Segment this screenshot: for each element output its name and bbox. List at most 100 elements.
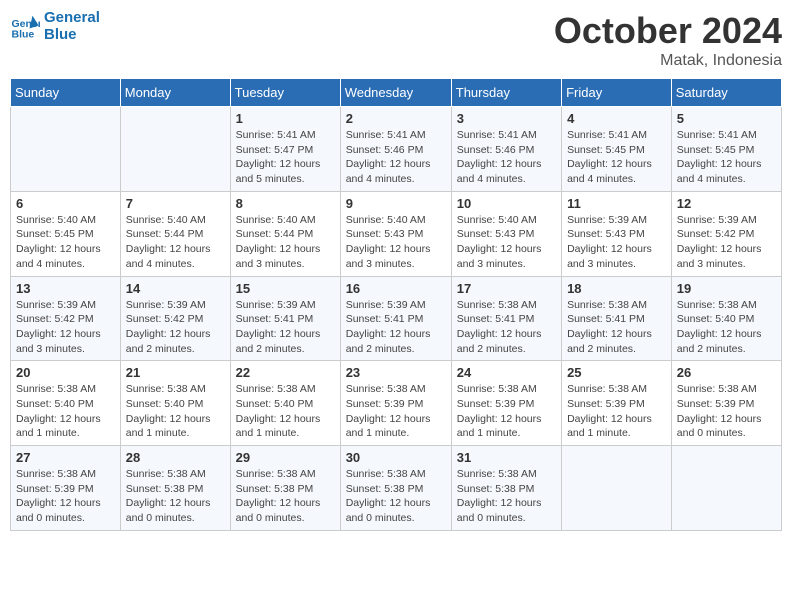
day-number: 26 bbox=[677, 365, 776, 380]
day-number: 7 bbox=[126, 196, 225, 211]
weekday-header: Saturday bbox=[671, 79, 781, 107]
calendar-cell: 21 Sunrise: 5:38 AMSunset: 5:40 PMDayligh… bbox=[120, 361, 230, 446]
day-number: 28 bbox=[126, 450, 225, 465]
calendar-cell: 23 Sunrise: 5:38 AMSunset: 5:39 PMDayligh… bbox=[340, 361, 451, 446]
day-number: 3 bbox=[457, 111, 556, 126]
calendar-cell: 5 Sunrise: 5:41 AMSunset: 5:45 PMDaylight… bbox=[671, 107, 781, 192]
day-number: 18 bbox=[567, 281, 666, 296]
calendar-cell: 3 Sunrise: 5:41 AMSunset: 5:46 PMDaylight… bbox=[451, 107, 561, 192]
day-detail: Sunrise: 5:38 AMSunset: 5:39 PMDaylight:… bbox=[457, 382, 556, 441]
calendar-cell: 12Sunrise: 5:39 AMSunset: 5:42 PMDayligh… bbox=[671, 191, 781, 276]
day-detail: Sunrise: 5:39 AMSunset: 5:43 PMDaylight:… bbox=[567, 213, 666, 272]
calendar-cell: 20 Sunrise: 5:38 AMSunset: 5:40 PMDayligh… bbox=[11, 361, 121, 446]
svg-text:Blue: Blue bbox=[12, 28, 35, 40]
day-number: 19 bbox=[677, 281, 776, 296]
day-detail: Sunrise: 5:38 AMSunset: 5:41 PMDaylight:… bbox=[457, 298, 556, 357]
day-detail: Sunrise: 5:38 AMSunset: 5:39 PMDaylight:… bbox=[677, 382, 776, 441]
day-number: 20 bbox=[16, 365, 115, 380]
day-detail: Sunrise: 5:38 AMSunset: 5:39 PMDaylight:… bbox=[346, 382, 446, 441]
day-number: 9 bbox=[346, 196, 446, 211]
weekday-header: Monday bbox=[120, 79, 230, 107]
calendar-cell bbox=[671, 446, 781, 531]
day-detail: Sunrise: 5:40 AMSunset: 5:43 PMDaylight:… bbox=[346, 213, 446, 272]
day-number: 6 bbox=[16, 196, 115, 211]
day-detail: Sunrise: 5:38 AMSunset: 5:40 PMDaylight:… bbox=[126, 382, 225, 441]
day-number: 31 bbox=[457, 450, 556, 465]
calendar-cell: 22 Sunrise: 5:38 AMSunset: 5:40 PMDayligh… bbox=[230, 361, 340, 446]
weekday-header: Wednesday bbox=[340, 79, 451, 107]
title-block: October 2024 Matak, Indonesia bbox=[554, 10, 782, 70]
location-subtitle: Matak, Indonesia bbox=[554, 52, 782, 70]
calendar-cell: 7 Sunrise: 5:40 AMSunset: 5:44 PMDaylight… bbox=[120, 191, 230, 276]
day-number: 21 bbox=[126, 365, 225, 380]
calendar-cell: 13Sunrise: 5:39 AMSunset: 5:42 PMDayligh… bbox=[11, 276, 121, 361]
day-number: 17 bbox=[457, 281, 556, 296]
month-title: October 2024 bbox=[554, 10, 782, 52]
day-detail: Sunrise: 5:40 AMSunset: 5:43 PMDaylight:… bbox=[457, 213, 556, 272]
weekday-header: Tuesday bbox=[230, 79, 340, 107]
day-number: 5 bbox=[677, 111, 776, 126]
day-number: 29 bbox=[236, 450, 335, 465]
day-number: 25 bbox=[567, 365, 666, 380]
calendar-cell: 8 Sunrise: 5:40 AMSunset: 5:44 PMDaylight… bbox=[230, 191, 340, 276]
calendar-cell: 19 Sunrise: 5:38 AMSunset: 5:40 PMDayligh… bbox=[671, 276, 781, 361]
day-detail: Sunrise: 5:39 AMSunset: 5:41 PMDaylight:… bbox=[236, 298, 335, 357]
day-detail: Sunrise: 5:38 AMSunset: 5:40 PMDaylight:… bbox=[16, 382, 115, 441]
calendar-cell: 31 Sunrise: 5:38 AMSunset: 5:38 PMDayligh… bbox=[451, 446, 561, 531]
day-detail: Sunrise: 5:38 AMSunset: 5:41 PMDaylight:… bbox=[567, 298, 666, 357]
day-number: 14 bbox=[126, 281, 225, 296]
day-detail: Sunrise: 5:40 AMSunset: 5:45 PMDaylight:… bbox=[16, 213, 115, 272]
day-detail: Sunrise: 5:38 AMSunset: 5:39 PMDaylight:… bbox=[567, 382, 666, 441]
day-detail: Sunrise: 5:40 AMSunset: 5:44 PMDaylight:… bbox=[236, 213, 335, 272]
logo: General Blue General Blue bbox=[10, 10, 100, 43]
calendar-cell: 30Sunrise: 5:38 AMSunset: 5:38 PMDayligh… bbox=[340, 446, 451, 531]
day-number: 10 bbox=[457, 196, 556, 211]
calendar-cell: 24Sunrise: 5:38 AMSunset: 5:39 PMDayligh… bbox=[451, 361, 561, 446]
day-number: 22 bbox=[236, 365, 335, 380]
day-detail: Sunrise: 5:38 AMSunset: 5:38 PMDaylight:… bbox=[457, 467, 556, 526]
calendar-cell: 1Sunrise: 5:41 AMSunset: 5:47 PMDaylight… bbox=[230, 107, 340, 192]
calendar-cell: 27Sunrise: 5:38 AMSunset: 5:39 PMDayligh… bbox=[11, 446, 121, 531]
weekday-header: Friday bbox=[562, 79, 672, 107]
day-detail: Sunrise: 5:41 AMSunset: 5:45 PMDaylight:… bbox=[677, 128, 776, 187]
day-number: 11 bbox=[567, 196, 666, 211]
logo-icon: General Blue bbox=[10, 12, 40, 42]
day-number: 1 bbox=[236, 111, 335, 126]
day-number: 2 bbox=[346, 111, 446, 126]
calendar-cell: 28 Sunrise: 5:38 AMSunset: 5:38 PMDayligh… bbox=[120, 446, 230, 531]
day-detail: Sunrise: 5:41 AMSunset: 5:46 PMDaylight:… bbox=[457, 128, 556, 187]
day-detail: Sunrise: 5:38 AMSunset: 5:38 PMDaylight:… bbox=[346, 467, 446, 526]
day-number: 23 bbox=[346, 365, 446, 380]
calendar-cell: 9 Sunrise: 5:40 AMSunset: 5:43 PMDaylight… bbox=[340, 191, 451, 276]
calendar-cell: 14 Sunrise: 5:39 AMSunset: 5:42 PMDayligh… bbox=[120, 276, 230, 361]
calendar-cell: 25 Sunrise: 5:38 AMSunset: 5:39 PMDayligh… bbox=[562, 361, 672, 446]
calendar-cell: 17 Sunrise: 5:38 AMSunset: 5:41 PMDayligh… bbox=[451, 276, 561, 361]
page-header: General Blue General Blue October 2024 M… bbox=[10, 10, 782, 70]
day-detail: Sunrise: 5:39 AMSunset: 5:41 PMDaylight:… bbox=[346, 298, 446, 357]
day-number: 4 bbox=[567, 111, 666, 126]
day-detail: Sunrise: 5:38 AMSunset: 5:38 PMDaylight:… bbox=[236, 467, 335, 526]
calendar-table: SundayMondayTuesdayWednesdayThursdayFrid… bbox=[10, 78, 782, 531]
day-detail: Sunrise: 5:40 AMSunset: 5:44 PMDaylight:… bbox=[126, 213, 225, 272]
calendar-cell: 6 Sunrise: 5:40 AMSunset: 5:45 PMDaylight… bbox=[11, 191, 121, 276]
weekday-header: Thursday bbox=[451, 79, 561, 107]
calendar-cell bbox=[120, 107, 230, 192]
day-detail: Sunrise: 5:38 AMSunset: 5:38 PMDaylight:… bbox=[126, 467, 225, 526]
calendar-cell: 15 Sunrise: 5:39 AMSunset: 5:41 PMDayligh… bbox=[230, 276, 340, 361]
day-detail: Sunrise: 5:38 AMSunset: 5:39 PMDaylight:… bbox=[16, 467, 115, 526]
day-number: 16 bbox=[346, 281, 446, 296]
day-detail: Sunrise: 5:38 AMSunset: 5:40 PMDaylight:… bbox=[236, 382, 335, 441]
day-detail: Sunrise: 5:38 AMSunset: 5:40 PMDaylight:… bbox=[677, 298, 776, 357]
calendar-cell: 26 Sunrise: 5:38 AMSunset: 5:39 PMDayligh… bbox=[671, 361, 781, 446]
calendar-cell: 4 Sunrise: 5:41 AMSunset: 5:45 PMDaylight… bbox=[562, 107, 672, 192]
calendar-cell: 11 Sunrise: 5:39 AMSunset: 5:43 PMDayligh… bbox=[562, 191, 672, 276]
day-number: 8 bbox=[236, 196, 335, 211]
day-detail: Sunrise: 5:41 AMSunset: 5:46 PMDaylight:… bbox=[346, 128, 446, 187]
day-detail: Sunrise: 5:41 AMSunset: 5:45 PMDaylight:… bbox=[567, 128, 666, 187]
day-number: 15 bbox=[236, 281, 335, 296]
day-detail: Sunrise: 5:39 AMSunset: 5:42 PMDaylight:… bbox=[126, 298, 225, 357]
calendar-cell: 29 Sunrise: 5:38 AMSunset: 5:38 PMDayligh… bbox=[230, 446, 340, 531]
day-detail: Sunrise: 5:39 AMSunset: 5:42 PMDaylight:… bbox=[16, 298, 115, 357]
day-detail: Sunrise: 5:39 AMSunset: 5:42 PMDaylight:… bbox=[677, 213, 776, 272]
weekday-header: Sunday bbox=[11, 79, 121, 107]
